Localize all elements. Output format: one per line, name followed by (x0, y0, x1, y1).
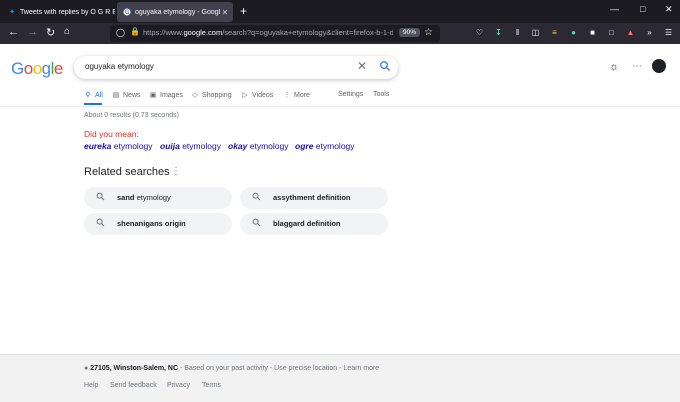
footer-privacy-link[interactable]: Privacy (167, 382, 190, 389)
apps-grid-icon[interactable]: ⋯ (632, 61, 642, 72)
tab-news[interactable]: ▤ News (112, 91, 141, 100)
image-icon: ▣ (149, 92, 157, 99)
selected-tab-indicator (84, 103, 102, 105)
news-icon: ▤ (112, 92, 120, 99)
browser-tab-twitter[interactable]: ✦ Tweets with replies by O G R E (2, 2, 115, 22)
precise-location-link[interactable]: Use precise location (274, 365, 337, 372)
reload-icon[interactable]: ↻ (46, 26, 55, 39)
window-close-icon[interactable]: ✕ (665, 4, 673, 15)
close-tab-icon[interactable]: ✕ (220, 8, 230, 17)
extension-bars-icon[interactable]: ≡ (550, 28, 559, 37)
search-icon[interactable] (379, 60, 391, 72)
suggestion-link[interactable]: ouija etymology (160, 141, 221, 151)
location-text: 27105, Winston-Salem, NC (90, 365, 179, 372)
lock-icon[interactable]: 🔒 (130, 27, 140, 36)
related-search-chip[interactable]: shenanigans origin (84, 213, 232, 235)
extension-stamp-icon[interactable]: ■ (588, 28, 597, 37)
theme-sun-icon[interactable]: ☼ (609, 61, 619, 73)
clear-icon[interactable]: ✕ (357, 59, 367, 73)
did-you-mean-label: Did you mean: (84, 129, 139, 139)
search-icon (96, 192, 105, 201)
tab-videos[interactable]: ▷ Videos (241, 91, 273, 100)
related-search-label: blaggard definition (273, 219, 341, 228)
footer-terms-link[interactable]: Terms (202, 382, 221, 389)
overflow-chevrons-icon[interactable]: » (645, 28, 654, 37)
shield-icon[interactable]: ◯ (116, 28, 125, 37)
related-search-label: sand etymology (117, 193, 171, 202)
search-icon (252, 192, 261, 201)
tab-images[interactable]: ▣ Images (149, 91, 183, 100)
back-icon[interactable]: ← (8, 26, 19, 38)
footer-feedback-link[interactable]: Send feedback (110, 382, 157, 389)
related-search-label: shenanigans origin (117, 219, 186, 228)
play-icon: ▷ (242, 92, 248, 99)
more-options-icon[interactable]: ⋮ (171, 166, 181, 177)
url-text[interactable]: https://www.google.com/search?q=oguyaka+… (143, 28, 393, 37)
suggestion-link[interactable]: ogre etymology (295, 141, 355, 151)
home-icon[interactable]: ⌂ (64, 26, 70, 37)
search-box[interactable]: oguyaka etymology ✕ (74, 56, 398, 79)
more-dots-icon: ⋮ (283, 92, 291, 99)
browser-tab-bar: ✦ Tweets with replies by O G R E G oguya… (0, 0, 680, 23)
svg-text:G: G (125, 10, 130, 16)
browser-tab-google[interactable]: G oguyaka etymology - Google Se ✕ (117, 2, 233, 22)
search-icon (252, 218, 261, 227)
google-logo[interactable]: Google (11, 59, 63, 79)
tab-shopping[interactable]: ◇ Shopping (191, 91, 231, 100)
tab-title: oguyaka etymology - Google Se (135, 8, 220, 16)
pocket-icon[interactable]: ♡ (475, 28, 484, 37)
tab-all[interactable]: ⚲ All (84, 91, 102, 100)
browser-nav-bar: ← → ↻ ⌂ ◯ 🔒 https://www.google.com/searc… (0, 23, 680, 44)
sidebar-icon[interactable]: ◫ (531, 28, 540, 37)
extension-red-icon[interactable]: ▲ (626, 28, 635, 37)
extension-box-icon[interactable]: □ (607, 28, 616, 37)
related-searches-heading: Related searches (84, 166, 170, 178)
learn-more-link[interactable]: - Learn more (337, 365, 379, 372)
search-icon: ⚲ (85, 92, 91, 99)
footer-help-link[interactable]: Help (84, 382, 98, 389)
menu-icon[interactable]: ☰ (664, 28, 673, 37)
zoom-level[interactable]: 90% (399, 28, 421, 37)
forward-icon[interactable]: → (27, 26, 38, 38)
new-tab-button[interactable]: + (240, 4, 247, 18)
location-line: ● 27105, Winston-Salem, NC - Based on yo… (84, 365, 380, 372)
twitter-icon: ✦ (9, 9, 15, 16)
extension-shield-icon[interactable]: ● (569, 28, 578, 37)
download-icon[interactable]: ↧ (494, 28, 503, 37)
suggestion-link[interactable]: okay etymology (228, 141, 288, 151)
google-icon: G (123, 8, 131, 16)
search-input[interactable]: oguyaka etymology (85, 62, 154, 71)
tag-icon: ◇ (192, 92, 198, 99)
suggestion-link[interactable]: eureka etymology (84, 141, 153, 151)
related-search-label: assythment definition (273, 193, 351, 202)
header-divider (0, 106, 680, 107)
minimize-icon[interactable]: — (610, 4, 619, 14)
url-bar[interactable]: ◯ 🔒 https://www.google.com/search?q=oguy… (110, 25, 440, 42)
maximize-icon[interactable]: □ (640, 4, 645, 14)
tab-title: Tweets with replies by O G R E (20, 8, 115, 16)
related-search-chip[interactable]: blaggard definition (240, 213, 388, 235)
related-search-chip[interactable]: sand etymology (84, 187, 232, 209)
search-icon (96, 218, 105, 227)
related-search-chip[interactable]: assythment definition (240, 187, 388, 209)
settings-link[interactable]: Settings (338, 91, 363, 98)
location-dot-icon: ● (84, 365, 89, 372)
avatar[interactable] (652, 59, 666, 73)
tools-link[interactable]: Tools (373, 91, 389, 98)
bookmark-star-icon[interactable]: ☆ (424, 27, 433, 38)
tab-more[interactable]: ⋮ More (283, 91, 310, 100)
library-icon[interactable]: ‖ (513, 28, 522, 37)
result-stats: About 0 results (0.73 seconds) (84, 112, 179, 119)
footer: ● 27105, Winston-Salem, NC - Based on yo… (0, 354, 680, 402)
